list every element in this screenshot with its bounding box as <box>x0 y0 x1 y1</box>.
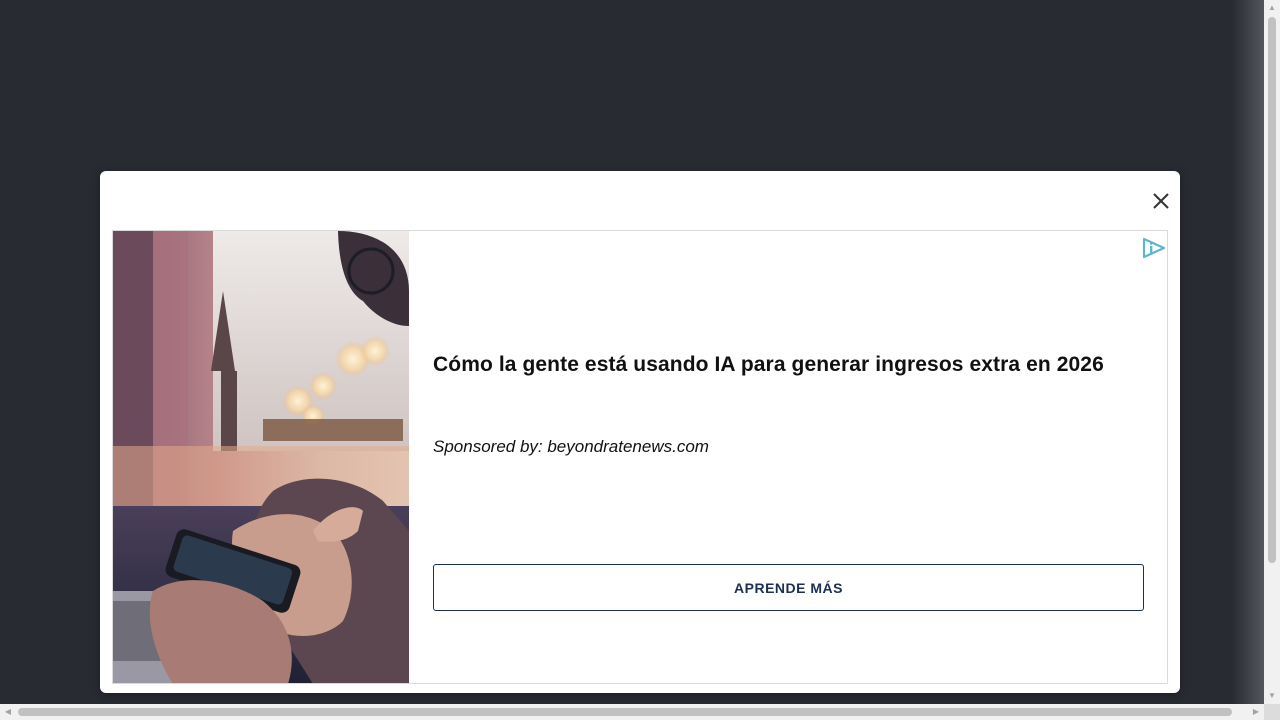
learn-more-button[interactable]: APRENDE MÁS <box>433 564 1144 611</box>
vertical-scroll-thumb[interactable] <box>1268 17 1276 563</box>
scroll-right-arrow-icon[interactable]: ▶ <box>1248 704 1264 720</box>
page-backdrop <box>1232 0 1264 704</box>
close-button[interactable] <box>1149 189 1173 213</box>
ad-sponsor-text: Sponsored by: beyondratenews.com <box>433 437 709 456</box>
scroll-left-arrow-icon[interactable]: ◀ <box>0 704 16 720</box>
person-using-smartphone-photo <box>113 231 409 683</box>
close-icon[interactable] <box>1149 189 1173 213</box>
vertical-scrollbar[interactable]: ▲ ▼ <box>1264 0 1280 704</box>
scroll-up-arrow-icon[interactable]: ▲ <box>1264 0 1280 16</box>
ad-card[interactable]: Cómo la gente está usando IA para genera… <box>112 230 1168 684</box>
ad-modal: Cómo la gente está usando IA para genera… <box>100 171 1180 693</box>
ad-image[interactable] <box>113 231 409 683</box>
scroll-down-arrow-icon[interactable]: ▼ <box>1264 688 1280 704</box>
horizontal-scrollbar[interactable]: ◀ ▶ <box>0 704 1264 720</box>
horizontal-scroll-thumb[interactable] <box>18 708 1232 716</box>
adchoices-button[interactable] <box>1141 236 1167 260</box>
scrollbar-corner <box>1264 704 1280 720</box>
ad-headline[interactable]: Cómo la gente está usando IA para genera… <box>433 353 1153 377</box>
adchoices-icon[interactable] <box>1141 236 1167 260</box>
